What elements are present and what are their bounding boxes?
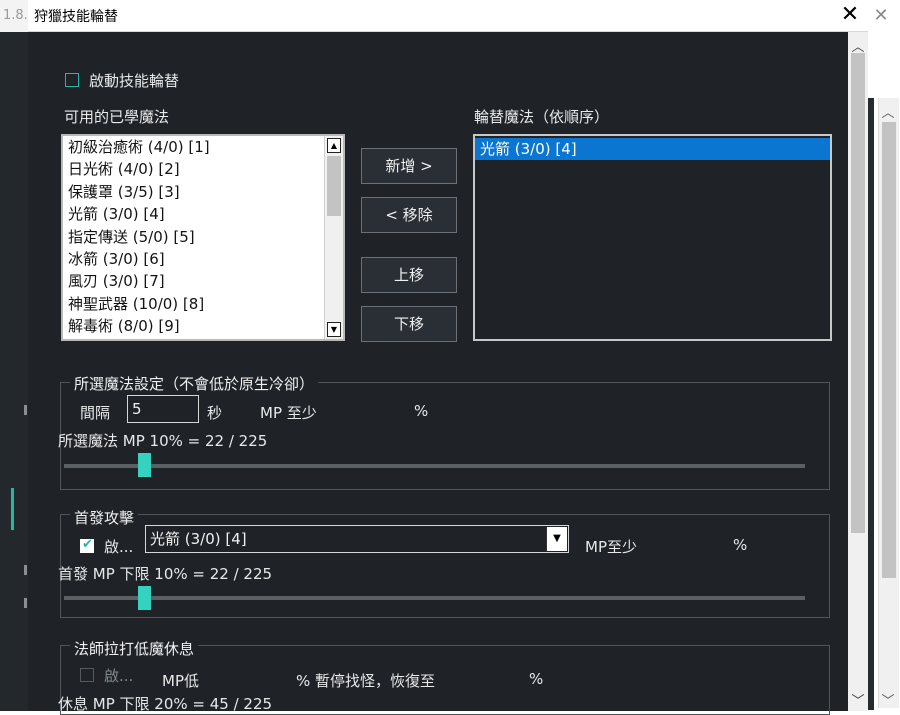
- mp-min-label: MP 至少: [260, 404, 317, 422]
- background-marker: [24, 565, 27, 575]
- interval-label: 間隔: [80, 404, 111, 422]
- first-attack-mp-slider-track[interactable]: [64, 596, 805, 600]
- mage-rest-enable-label: 啟...: [104, 667, 134, 685]
- mage-rest-checkbox[interactable]: [80, 668, 94, 682]
- move-down-button[interactable]: 下移: [361, 306, 457, 342]
- interval-input[interactable]: 5: [127, 395, 199, 423]
- mage-rest-pause-label: % 暫停找怪，恢復至: [296, 672, 436, 690]
- first-attack-spell-value: 光箭 (3/0) [4]: [150, 530, 247, 548]
- first-attack-percent-label: %: [733, 536, 748, 554]
- available-spell-item[interactable]: 初級治癒術 (4/0) [1]: [63, 136, 343, 158]
- selected-spell-settings-title: 所選魔法設定（不會低於原生冷卻）: [70, 373, 319, 394]
- available-spell-item[interactable]: 冰箭 (3/0) [6]: [63, 248, 343, 270]
- background-panel-strip: [868, 98, 874, 710]
- rotation-spell-item[interactable]: 光箭 (3/0) [4]: [475, 138, 830, 160]
- enable-rotation-label: 啟動技能輪替: [89, 72, 180, 90]
- mage-rest-title: 法師拉打低魔休息: [70, 638, 199, 659]
- available-spell-item[interactable]: 神聖武器 (10/0) [8]: [63, 293, 343, 315]
- rotation-spells-list[interactable]: 光箭 (3/0) [4]: [473, 134, 832, 341]
- scroll-down-icon[interactable]: ▼: [327, 322, 341, 337]
- list-scrollbar[interactable]: ▲ ▼: [324, 136, 343, 339]
- remove-button[interactable]: < 移除: [361, 197, 457, 233]
- rotation-spells-header: 輪替魔法（依順序）: [474, 108, 610, 126]
- chevron-up-icon[interactable]: ︿: [880, 102, 896, 121]
- background-scrollbar-thumb[interactable]: [882, 122, 896, 578]
- skill-rotation-dialog: 狩獵技能輪替 ✕ ︿ ﹀ 啟動技能輪替 可用的已學魔法 輪替魔法（依順序） 初級…: [28, 0, 868, 715]
- background-marker: [24, 405, 27, 415]
- mage-rest-percent-label: %: [529, 670, 544, 688]
- available-spells-list[interactable]: 初級治癒術 (4/0) [1] 日光術 (4/0) [2] 保護罩 (3/5) [3…: [61, 134, 345, 341]
- available-spell-item[interactable]: 日光術 (4/0) [2]: [63, 158, 343, 180]
- first-attack-mp-min-label: MP至少: [585, 538, 637, 556]
- background-window-title: 1.8.: [0, 0, 28, 32]
- selected-mp-readout: 所選魔法 MP 10% = 22 / 225: [58, 432, 268, 450]
- seconds-label: 秒: [207, 404, 223, 422]
- available-spell-item[interactable]: 光箭 (3/0) [4]: [63, 203, 343, 225]
- move-up-button[interactable]: 上移: [361, 257, 457, 293]
- first-attack-title: 首發攻擊: [70, 507, 139, 528]
- background-accent-bar: [11, 488, 14, 530]
- percent-label: %: [414, 402, 429, 420]
- first-attack-mp-slider-thumb[interactable]: [138, 586, 152, 610]
- title-bar: 狩獵技能輪替 ✕: [28, 0, 868, 32]
- available-spells-header: 可用的已學魔法: [64, 108, 170, 126]
- chevron-down-icon[interactable]: ﹀: [850, 690, 866, 709]
- available-spell-item[interactable]: 保護罩 (3/5) [3]: [63, 181, 343, 203]
- selected-mp-slider-track[interactable]: [64, 464, 805, 468]
- selected-mp-slider-thumb[interactable]: [138, 453, 152, 477]
- first-attack-spell-select[interactable]: 光箭 (3/0) [4] ▼: [145, 525, 569, 553]
- background-marker: [24, 598, 27, 608]
- dialog-title: 狩獵技能輪替: [34, 9, 118, 25]
- mage-rest-mp-low-label: MP低: [162, 672, 199, 690]
- available-spell-item[interactable]: 解毒術 (8/0) [9]: [63, 315, 343, 337]
- dialog-scrollbar-thumb[interactable]: [851, 53, 865, 533]
- scroll-up-icon[interactable]: ▲: [327, 138, 341, 153]
- chevron-down-icon[interactable]: ﹀: [880, 690, 896, 709]
- close-icon[interactable]: ✕: [838, 3, 862, 27]
- available-spell-item[interactable]: 指定傳送 (5/0) [5]: [63, 226, 343, 248]
- background-close-icon[interactable]: ✕: [871, 6, 891, 26]
- first-attack-mp-readout: 首發 MP 下限 10% = 22 / 225: [58, 565, 273, 583]
- list-scrollbar-thumb[interactable]: [327, 156, 341, 216]
- enable-rotation-checkbox[interactable]: [65, 73, 79, 87]
- chevron-up-icon[interactable]: ︿: [850, 36, 866, 55]
- add-button[interactable]: 新增 >: [361, 148, 457, 184]
- first-attack-enable-label: 啟...: [104, 538, 134, 556]
- dropdown-arrow-icon[interactable]: ▼: [546, 527, 567, 551]
- first-attack-checkbox[interactable]: [80, 537, 94, 553]
- available-spell-item[interactable]: 風刃 (3/0) [7]: [63, 270, 343, 292]
